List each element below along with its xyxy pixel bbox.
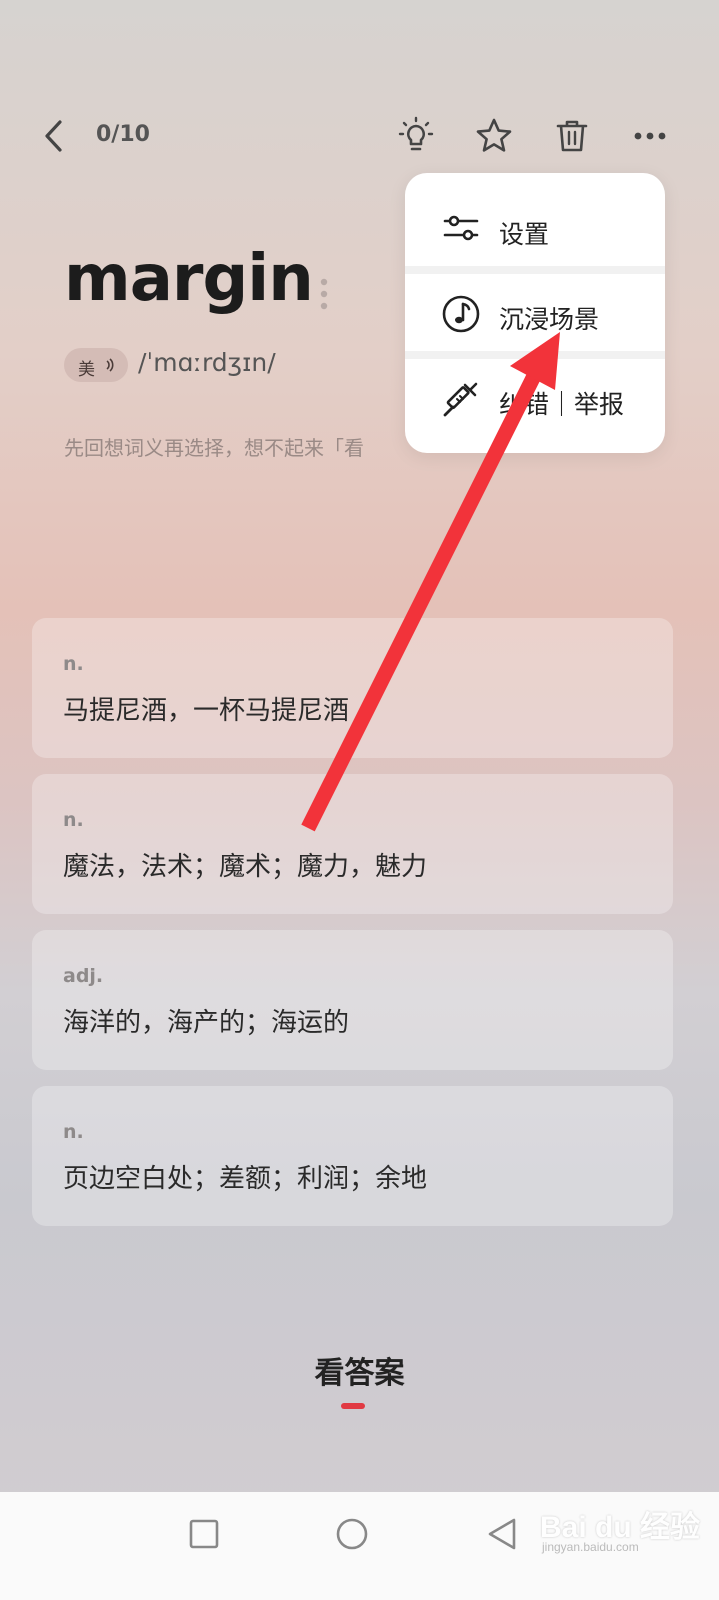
part-of-speech: n. <box>63 1121 84 1143</box>
menu-item-label: 设置 <box>499 220 550 249</box>
option-card-1[interactable]: n. 马提尼酒，一杯马提尼酒 <box>32 618 673 758</box>
lightbulb-icon <box>398 116 434 151</box>
watermark-logo: Bai du 经验 jingyan.baidu.com <box>540 1498 700 1564</box>
meaning-text: 海洋的，海产的；海运的 <box>63 1008 350 1038</box>
option-card-2[interactable]: n. 魔法，法术；魔术；魔力，魅力 <box>32 774 673 914</box>
speaker-icon <box>106 358 114 372</box>
accent-label: 美 <box>78 360 95 380</box>
more-icon <box>634 132 666 140</box>
back-nav-icon[interactable] <box>482 1514 522 1554</box>
trash-icon <box>556 120 588 152</box>
sliders-icon <box>443 215 479 241</box>
music-note-icon <box>442 295 480 333</box>
menu-item-settings[interactable]: 设置 <box>405 187 665 272</box>
menu-item-label: 纠错｜举报 <box>499 390 625 419</box>
part-of-speech: n. <box>63 653 84 675</box>
home-icon[interactable] <box>332 1514 372 1554</box>
back-button[interactable] <box>40 118 70 154</box>
back-icon <box>45 120 62 152</box>
hint-button[interactable] <box>396 116 436 156</box>
menu-item-report[interactable]: 纠错｜举报 <box>405 357 665 442</box>
meaning-text: 魔法，法术；魔术；魔力，魅力 <box>63 852 428 882</box>
part-of-speech: adj. <box>63 965 104 987</box>
progress-counter: 0/10 <box>96 122 150 147</box>
menu-item-label: 沉浸场景 <box>499 305 600 334</box>
star-icon <box>476 118 512 152</box>
drag-handle-icon[interactable] <box>320 278 328 314</box>
top-bar: 0/10 <box>0 108 719 164</box>
watermark-subtext: jingyan.baidu.com <box>542 1540 639 1554</box>
hint-text: 先回想词义再选择，想不起来「看 <box>64 436 364 460</box>
option-card-4[interactable]: n. 页边空白处；差额；利润；余地 <box>32 1086 673 1226</box>
phonetic: /ˈmɑːrdʒɪn/ <box>138 348 276 377</box>
word-title: margin <box>64 242 314 316</box>
show-answer-button[interactable]: 看答案 <box>0 1348 719 1392</box>
menu-item-immersive-scene[interactable]: 沉浸场景 <box>405 272 665 357</box>
favorite-button[interactable] <box>474 116 514 156</box>
answer-indicator <box>341 1403 365 1409</box>
part-of-speech: n. <box>63 809 84 831</box>
meaning-text: 马提尼酒，一杯马提尼酒 <box>63 696 350 726</box>
delete-button[interactable] <box>552 116 592 156</box>
more-button[interactable] <box>630 116 670 156</box>
option-card-3[interactable]: adj. 海洋的，海产的；海运的 <box>32 930 673 1070</box>
more-menu: 设置 沉浸场景 纠错｜举报 <box>405 173 665 453</box>
recent-apps-icon[interactable] <box>184 1514 224 1554</box>
syringe-icon <box>443 382 478 417</box>
meaning-text: 页边空白处；差额；利润；余地 <box>63 1164 428 1194</box>
pronounce-button[interactable] <box>64 348 128 382</box>
